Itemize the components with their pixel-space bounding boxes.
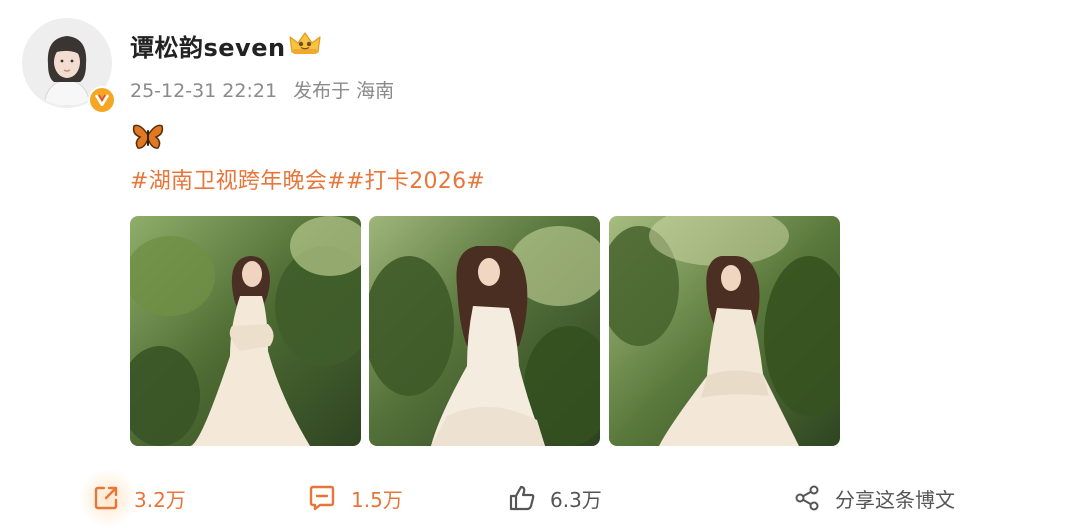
share-label: 分享这条博文 bbox=[835, 487, 955, 512]
post-hashtags[interactable]: #湖南卫视跨年晚会##打卡2026# bbox=[130, 163, 485, 195]
post-timestamp[interactable]: 25-12-31 22:21 bbox=[130, 80, 277, 102]
butterfly-icon bbox=[132, 124, 164, 149]
comment-button[interactable]: 1.5万 bbox=[307, 481, 403, 515]
repost-button[interactable]: 3.2万 bbox=[92, 481, 186, 515]
like-count: 6.3万 bbox=[550, 487, 602, 512]
like-button[interactable]: 6.3万 bbox=[508, 481, 602, 515]
post-meta: 25-12-31 22:21 发布于 海南 bbox=[130, 76, 404, 103]
weibo-post-card: 谭松韵seven 25-12-31 22:21 发布于 海南 #湖南卫视跨年晚会… bbox=[0, 0, 1068, 528]
comment-icon bbox=[309, 485, 335, 511]
share-button[interactable]: 分享这条博文 bbox=[793, 481, 955, 515]
avatar[interactable] bbox=[22, 18, 116, 114]
username[interactable]: 谭松韵seven bbox=[130, 28, 286, 63]
verified-badge-icon bbox=[88, 86, 116, 114]
comment-count: 1.5万 bbox=[351, 487, 403, 512]
repost-icon bbox=[94, 486, 118, 510]
post-location: 发布于 海南 bbox=[293, 80, 395, 102]
thumbs-up-icon bbox=[509, 485, 535, 511]
share-icon bbox=[795, 485, 819, 511]
post-photo-2[interactable] bbox=[369, 216, 600, 446]
post-photo-1[interactable] bbox=[130, 216, 361, 446]
repost-count: 3.2万 bbox=[134, 487, 186, 512]
post-photo-3[interactable] bbox=[609, 216, 840, 446]
vip-crown-icon[interactable] bbox=[288, 30, 322, 56]
